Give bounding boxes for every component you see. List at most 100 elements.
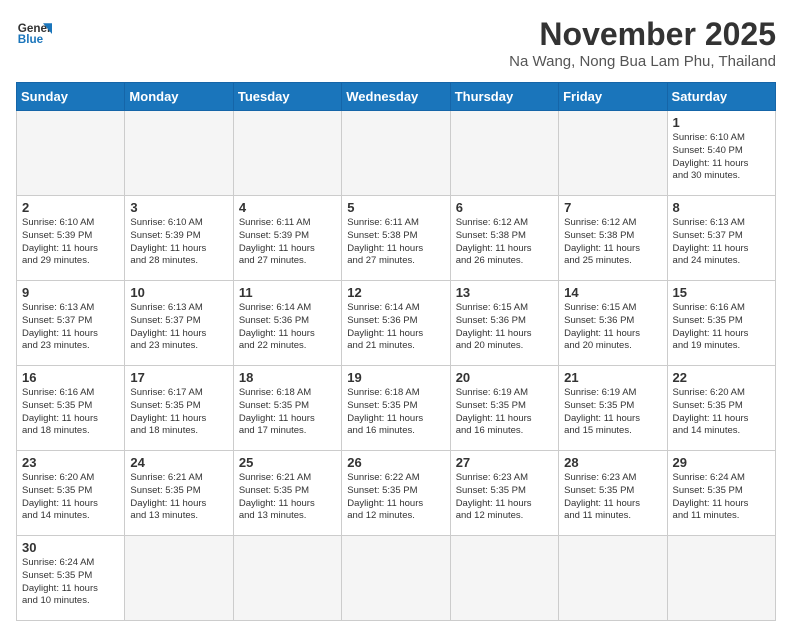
- location-title: Na Wang, Nong Bua Lam Phu, Thailand: [509, 53, 776, 70]
- calendar-cell: [17, 111, 125, 196]
- day-number: 9: [22, 285, 119, 300]
- day-info: Sunrise: 6:19 AMSunset: 5:35 PMDaylight:…: [456, 387, 553, 438]
- day-number: 11: [239, 285, 336, 300]
- calendar-cell: 10 Sunrise: 6:13 AMSunset: 5:37 PMDayligh…: [125, 281, 233, 366]
- day-info: Sunrise: 6:10 AMSunset: 5:39 PMDaylight:…: [22, 217, 119, 268]
- day-number: 7: [564, 200, 661, 215]
- day-info: Sunrise: 6:15 AMSunset: 5:36 PMDaylight:…: [564, 302, 661, 353]
- day-number: 30: [22, 540, 119, 555]
- day-number: 19: [347, 370, 444, 385]
- calendar-cell: 8 Sunrise: 6:13 AMSunset: 5:37 PMDaylight…: [667, 196, 775, 281]
- month-title: November 2025: [509, 16, 776, 53]
- day-number: 10: [130, 285, 227, 300]
- day-number: 22: [673, 370, 770, 385]
- calendar-cell: 13Sunrise: 6:15 AMSunset: 5:36 PMDayligh…: [450, 281, 558, 366]
- day-info: Sunrise: 6:19 AMSunset: 5:35 PMDaylight:…: [564, 387, 661, 438]
- day-info: Sunrise: 6:21 AMSunset: 5:35 PMDaylight:…: [239, 472, 336, 523]
- weekday-header-thursday: Thursday: [450, 83, 558, 111]
- day-info: Sunrise: 6:17 AMSunset: 5:35 PMDaylight:…: [130, 387, 227, 438]
- weekday-header-friday: Friday: [559, 83, 667, 111]
- svg-text:Blue: Blue: [18, 33, 44, 46]
- day-number: 4: [239, 200, 336, 215]
- weekday-header-monday: Monday: [125, 83, 233, 111]
- weekday-header-tuesday: Tuesday: [233, 83, 341, 111]
- calendar-cell: 28Sunrise: 6:23 AMSunset: 5:35 PMDayligh…: [559, 451, 667, 536]
- calendar-cell: [342, 536, 450, 621]
- weekday-header-sunday: Sunday: [17, 83, 125, 111]
- calendar-cell: 11 Sunrise: 6:14 AMSunset: 5:36 PMDayligh…: [233, 281, 341, 366]
- calendar-row: 16 Sunrise: 6:16 AMSunset: 5:35 PMDayligh…: [17, 366, 776, 451]
- calendar-cell: [667, 536, 775, 621]
- day-info: Sunrise: 6:24 AMSunset: 5:35 PMDaylight:…: [22, 557, 119, 608]
- calendar-cell: [125, 111, 233, 196]
- calendar-cell: [450, 111, 558, 196]
- day-info: Sunrise: 6:15 AMSunset: 5:36 PMDaylight:…: [456, 302, 553, 353]
- logo-icon: General Blue: [16, 16, 52, 52]
- calendar-cell: 15 Sunrise: 6:16 AMSunset: 5:35 PMDayligh…: [667, 281, 775, 366]
- day-info: Sunrise: 6:10 AMSunset: 5:39 PMDaylight:…: [130, 217, 227, 268]
- day-info: Sunrise: 6:22 AMSunset: 5:35 PMDaylight:…: [347, 472, 444, 523]
- day-number: 15: [673, 285, 770, 300]
- calendar-cell: 9 Sunrise: 6:13 AMSunset: 5:37 PMDaylight…: [17, 281, 125, 366]
- calendar-cell: [559, 111, 667, 196]
- day-number: 21: [564, 370, 661, 385]
- calendar-cell: 29Sunrise: 6:24 AMSunset: 5:35 PMDayligh…: [667, 451, 775, 536]
- day-info: Sunrise: 6:24 AMSunset: 5:35 PMDaylight:…: [673, 472, 770, 523]
- calendar-cell: 2Sunrise: 6:10 AMSunset: 5:39 PMDaylight…: [17, 196, 125, 281]
- calendar-cell: 18Sunrise: 6:18 AMSunset: 5:35 PMDayligh…: [233, 366, 341, 451]
- calendar-cell: 26 Sunrise: 6:22 AMSunset: 5:35 PMDayligh…: [342, 451, 450, 536]
- weekday-header-saturday: Saturday: [667, 83, 775, 111]
- calendar-cell: [559, 536, 667, 621]
- calendar-cell: [233, 111, 341, 196]
- calendar-cell: 30 Sunrise: 6:24 AMSunset: 5:35 PMDayligh…: [17, 536, 125, 621]
- calendar-cell: 24 Sunrise: 6:21 AMSunset: 5:35 PMDayligh…: [125, 451, 233, 536]
- day-info: Sunrise: 6:21 AMSunset: 5:35 PMDaylight:…: [130, 472, 227, 523]
- day-number: 5: [347, 200, 444, 215]
- calendar-cell: 22 Sunrise: 6:20 AMSunset: 5:35 PMDayligh…: [667, 366, 775, 451]
- calendar-cell: [450, 536, 558, 621]
- calendar-cell: 7Sunrise: 6:12 AMSunset: 5:38 PMDaylight…: [559, 196, 667, 281]
- day-number: 16: [22, 370, 119, 385]
- day-info: Sunrise: 6:11 AMSunset: 5:38 PMDaylight:…: [347, 217, 444, 268]
- page-header: General Blue November 2025 Na Wang, Nong…: [16, 16, 776, 70]
- calendar-row: 2Sunrise: 6:10 AMSunset: 5:39 PMDaylight…: [17, 196, 776, 281]
- calendar-cell: 17 Sunrise: 6:17 AMSunset: 5:35 PMDayligh…: [125, 366, 233, 451]
- day-info: Sunrise: 6:20 AMSunset: 5:35 PMDaylight:…: [673, 387, 770, 438]
- day-info: Sunrise: 6:16 AMSunset: 5:35 PMDaylight:…: [22, 387, 119, 438]
- day-number: 23: [22, 455, 119, 470]
- day-info: Sunrise: 6:13 AMSunset: 5:37 PMDaylight:…: [130, 302, 227, 353]
- day-info: Sunrise: 6:11 AMSunset: 5:39 PMDaylight:…: [239, 217, 336, 268]
- day-number: 12: [347, 285, 444, 300]
- calendar-cell: 21 Sunrise: 6:19 AMSunset: 5:35 PMDayligh…: [559, 366, 667, 451]
- calendar-cell: [233, 536, 341, 621]
- day-number: 20: [456, 370, 553, 385]
- day-number: 8: [673, 200, 770, 215]
- calendar-cell: 16 Sunrise: 6:16 AMSunset: 5:35 PMDayligh…: [17, 366, 125, 451]
- title-block: November 2025 Na Wang, Nong Bua Lam Phu,…: [509, 16, 776, 70]
- calendar-cell: 1 Sunrise: 6:10 AMSunset: 5:40 PMDaylight…: [667, 111, 775, 196]
- day-info: Sunrise: 6:10 AMSunset: 5:40 PMDaylight:…: [673, 132, 770, 183]
- calendar-cell: 19Sunrise: 6:18 AMSunset: 5:35 PMDayligh…: [342, 366, 450, 451]
- day-info: Sunrise: 6:16 AMSunset: 5:35 PMDaylight:…: [673, 302, 770, 353]
- day-info: Sunrise: 6:23 AMSunset: 5:35 PMDaylight:…: [564, 472, 661, 523]
- logo: General Blue: [16, 16, 52, 52]
- day-info: Sunrise: 6:12 AMSunset: 5:38 PMDaylight:…: [456, 217, 553, 268]
- day-number: 26: [347, 455, 444, 470]
- calendar-row: 30 Sunrise: 6:24 AMSunset: 5:35 PMDayligh…: [17, 536, 776, 621]
- calendar-cell: 14Sunrise: 6:15 AMSunset: 5:36 PMDayligh…: [559, 281, 667, 366]
- day-info: Sunrise: 6:14 AMSunset: 5:36 PMDaylight:…: [239, 302, 336, 353]
- day-number: 18: [239, 370, 336, 385]
- calendar-cell: 20 Sunrise: 6:19 AMSunset: 5:35 PMDayligh…: [450, 366, 558, 451]
- day-info: Sunrise: 6:13 AMSunset: 5:37 PMDaylight:…: [673, 217, 770, 268]
- day-info: Sunrise: 6:13 AMSunset: 5:37 PMDaylight:…: [22, 302, 119, 353]
- calendar-cell: 5 Sunrise: 6:11 AMSunset: 5:38 PMDaylight…: [342, 196, 450, 281]
- day-info: Sunrise: 6:14 AMSunset: 5:36 PMDaylight:…: [347, 302, 444, 353]
- calendar-cell: 12 Sunrise: 6:14 AMSunset: 5:36 PMDayligh…: [342, 281, 450, 366]
- day-number: 1: [673, 115, 770, 130]
- day-number: 6: [456, 200, 553, 215]
- calendar-row: 9 Sunrise: 6:13 AMSunset: 5:37 PMDaylight…: [17, 281, 776, 366]
- day-number: 17: [130, 370, 227, 385]
- day-info: Sunrise: 6:20 AMSunset: 5:35 PMDaylight:…: [22, 472, 119, 523]
- calendar-cell: 3Sunrise: 6:10 AMSunset: 5:39 PMDaylight…: [125, 196, 233, 281]
- day-number: 24: [130, 455, 227, 470]
